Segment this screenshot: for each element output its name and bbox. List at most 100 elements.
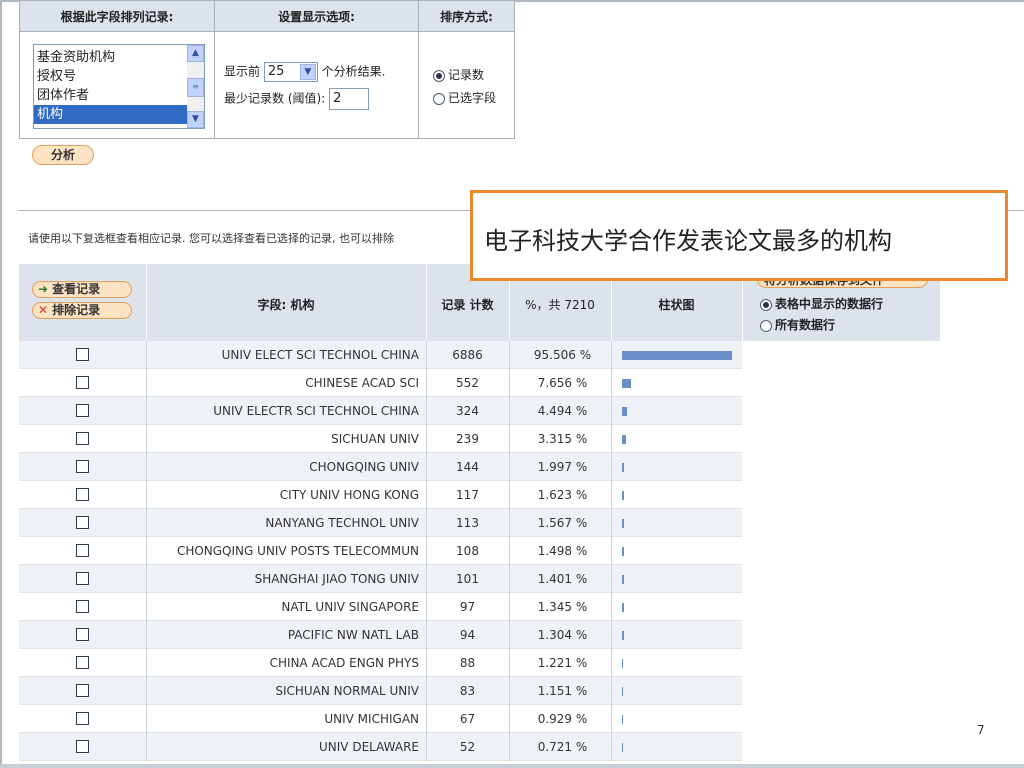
radio-unchecked-icon[interactable] — [760, 319, 772, 332]
column-separator — [509, 593, 510, 621]
column-separator — [509, 369, 510, 397]
row-checkbox[interactable] — [76, 712, 89, 725]
institution-name: NANYANG TECHNOL UNIV — [265, 516, 419, 530]
institution-name: SICHUAN UNIV — [331, 432, 419, 446]
field-option[interactable]: 授权号 — [34, 67, 188, 86]
view-records-button[interactable]: ➜ 查看记录 — [32, 281, 132, 298]
record-count: 324 — [456, 404, 479, 418]
sort-field-header: 根据此字段排列记录: — [19, 0, 215, 32]
record-percent: 4.494 % — [537, 404, 588, 418]
table-row: CHINESE ACAD SCI 552 7.656 % — [19, 369, 742, 397]
column-separator — [509, 733, 510, 761]
table-row: CHONGQING UNIV POSTS TELECOMMUN 108 1.49… — [19, 537, 742, 565]
row-checkbox[interactable] — [76, 376, 89, 389]
record-percent: 0.929 % — [537, 712, 588, 726]
row-checkbox[interactable] — [76, 404, 89, 417]
table-row: UNIV ELECTR SCI TECHNOL CHINA 324 4.494 … — [19, 397, 742, 425]
field-column-header: 字段: 机构 — [257, 298, 315, 312]
field-option[interactable]: 基金资助机构 — [34, 48, 188, 67]
institution-name: CHONGQING UNIV — [309, 460, 419, 474]
row-checkbox[interactable] — [76, 656, 89, 669]
output-all-rows-option[interactable]: 所有数据行 — [760, 316, 835, 333]
callout-box: 电子科技大学合作发表论文最多的机构 — [470, 190, 1008, 281]
table-row: CHINA ACAD ENGN PHYS 88 1.221 % — [19, 649, 742, 677]
radio-checked-icon[interactable] — [760, 298, 772, 311]
show-top-line: 显示前 25 ▼ 个分析结果. — [224, 62, 386, 82]
count-bar — [622, 575, 624, 584]
row-checkbox[interactable] — [76, 432, 89, 445]
scroll-thumb[interactable]: ≡ — [187, 78, 204, 97]
record-count: 67 — [459, 712, 476, 726]
count-bar — [622, 631, 624, 640]
display-options-cell: 显示前 25 ▼ 个分析结果. 最少记录数 (阈值): 2 — [214, 31, 419, 139]
column-separator — [509, 621, 510, 649]
scroll-up-icon[interactable]: ▲ — [187, 45, 204, 62]
record-percent: 0.721 % — [537, 740, 588, 754]
record-percent: 1.498 % — [537, 544, 588, 558]
column-separator — [509, 649, 510, 677]
scroll-down-icon[interactable]: ▼ — [187, 111, 204, 128]
table-row: CHONGQING UNIV 144 1.997 % — [19, 453, 742, 481]
radio-checked-icon[interactable] — [433, 69, 445, 82]
column-separator — [611, 509, 612, 537]
institution-name: CITY UNIV HONG KONG — [279, 488, 419, 502]
row-checkbox[interactable] — [76, 516, 89, 529]
show-top-select[interactable]: 25 ▼ — [263, 62, 318, 82]
sort-by-field-option[interactable]: 已选字段 — [433, 89, 496, 106]
table-row: SICHUAN UNIV 239 3.315 % — [19, 425, 742, 453]
show-top-prefix: 显示前 — [224, 64, 261, 79]
field-option-selected[interactable]: 机构 — [34, 105, 188, 124]
column-separator — [611, 341, 612, 369]
output-displayed-rows-option[interactable]: 表格中显示的数据行 — [760, 295, 883, 312]
column-separator — [611, 537, 612, 565]
column-separator — [611, 425, 612, 453]
bar-chart-column-header: 柱状图 — [658, 298, 695, 312]
row-checkbox[interactable] — [76, 600, 89, 613]
row-checkbox[interactable] — [76, 572, 89, 585]
count-bar — [622, 687, 623, 696]
output-option-label: 表格中显示的数据行 — [775, 297, 884, 311]
view-records-label: 查看记录 — [52, 282, 101, 296]
show-top-suffix: 个分析结果. — [321, 64, 386, 79]
column-separator — [611, 565, 612, 593]
row-checkbox[interactable] — [76, 460, 89, 473]
analyze-button[interactable]: 分析 — [32, 145, 94, 165]
percent-column-header: %，共 7210 — [525, 298, 595, 312]
chevron-down-icon[interactable]: ▼ — [299, 64, 316, 80]
sort-option-label: 记录数 — [448, 68, 485, 82]
table-row: PACIFIC NW NATL LAB 94 1.304 % — [19, 621, 742, 649]
row-checkbox[interactable] — [76, 544, 89, 557]
listbox-scrollbar[interactable]: ▲ ≡ ▼ — [187, 45, 204, 128]
row-checkbox[interactable] — [76, 684, 89, 697]
institution-name: CHINESE ACAD SCI — [305, 376, 419, 390]
column-separator — [611, 677, 612, 705]
column-separator — [611, 649, 612, 677]
field-option[interactable]: 团体作者 — [34, 86, 188, 105]
column-separator — [611, 481, 612, 509]
field-select-cell: 基金资助机构 授权号 团体作者 机构 ▲ ≡ ▼ — [19, 31, 215, 139]
close-icon: ✕ — [38, 303, 49, 317]
sort-by-count-option[interactable]: 记录数 — [433, 66, 484, 83]
institution-name: SICHUAN NORMAL UNIV — [275, 684, 419, 698]
count-bar — [622, 715, 623, 724]
record-count: 108 — [456, 544, 479, 558]
column-separator — [509, 481, 510, 509]
record-percent: 1.304 % — [537, 628, 588, 642]
table-row: NATL UNIV SINGAPORE 97 1.345 % — [19, 593, 742, 621]
institution-name: UNIV DELAWARE — [319, 740, 419, 754]
institution-name: UNIV ELECT SCI TECHNOL CHINA — [221, 348, 419, 362]
radio-unchecked-icon[interactable] — [433, 92, 445, 105]
column-separator — [509, 397, 510, 425]
row-checkbox[interactable] — [76, 348, 89, 361]
count-bar — [622, 659, 623, 668]
record-count: 101 — [456, 572, 479, 586]
count-bar — [622, 379, 631, 388]
count-bar — [622, 603, 624, 612]
min-records-line: 最少记录数 (阈值): 2 — [224, 88, 370, 110]
field-listbox[interactable]: 基金资助机构 授权号 团体作者 机构 ▲ ≡ ▼ — [33, 44, 205, 129]
exclude-records-button[interactable]: ✕ 排除记录 — [32, 302, 132, 319]
row-checkbox[interactable] — [76, 628, 89, 641]
min-records-input[interactable]: 2 — [329, 88, 370, 110]
row-checkbox[interactable] — [76, 488, 89, 501]
row-checkbox[interactable] — [76, 740, 89, 753]
